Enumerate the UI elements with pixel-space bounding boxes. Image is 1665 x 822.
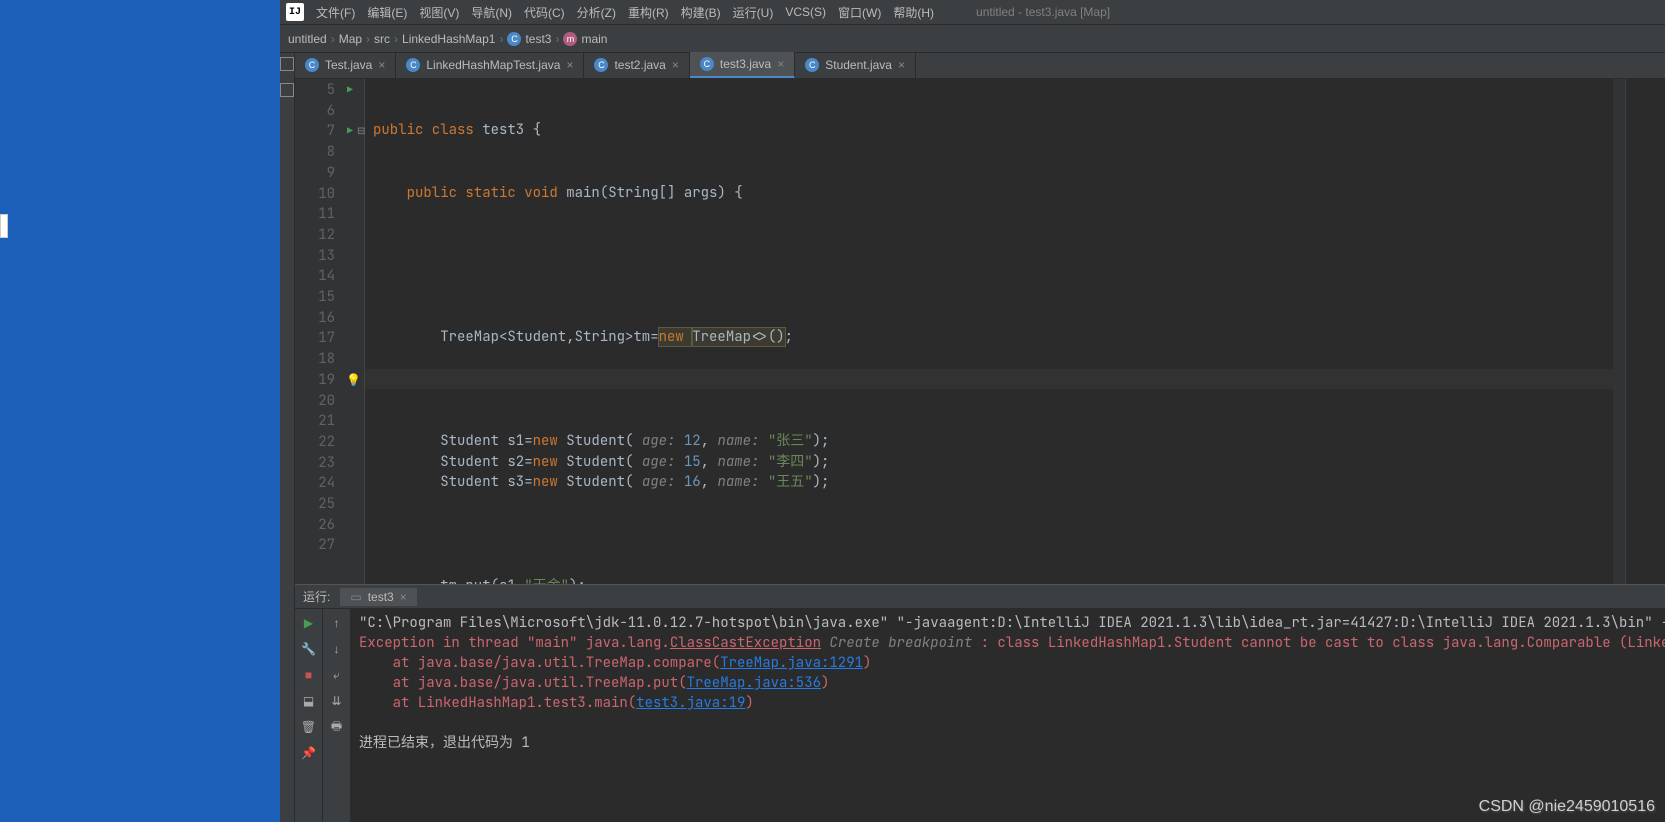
crumb-method[interactable]: mmain	[563, 32, 607, 46]
menu-vcs[interactable]: VCS(S)	[785, 5, 826, 19]
run-label: 运行:	[303, 588, 330, 605]
scroll-icon[interactable]: ⇊	[329, 693, 345, 709]
left-tool-strip	[280, 53, 295, 822]
print-icon[interactable]: 🖶	[329, 719, 345, 735]
method-icon: m	[563, 32, 577, 46]
stop-icon[interactable]: ■	[301, 667, 317, 683]
menu-edit[interactable]: 编辑(E)	[367, 4, 407, 21]
crumb-project[interactable]: untitled	[288, 32, 327, 46]
close-icon[interactable]: ×	[672, 58, 679, 72]
class-icon: C	[805, 58, 819, 72]
ide-window: IJ 文件(F) 编辑(E) 视图(V) 导航(N) 代码(C) 分析(Z) 重…	[280, 0, 1665, 822]
tab-student[interactable]: CStudent.java×	[795, 52, 916, 78]
menu-help[interactable]: 帮助(H)	[893, 4, 934, 21]
menu-refactor[interactable]: 重构(R)	[628, 4, 669, 21]
layout-icon[interactable]: ⬓	[301, 693, 317, 709]
crumb-module[interactable]: Map	[339, 32, 362, 46]
crumb-class[interactable]: Ctest3	[507, 32, 551, 46]
menu-file[interactable]: 文件(F)	[316, 4, 355, 21]
run-tool-window: 运行: ▭test3× ▶ 🔧 ■ ⬓ 🗑 📌 ↑ ↓	[295, 584, 1665, 822]
wrap-icon[interactable]: ⤶	[329, 667, 345, 683]
class-icon: C	[700, 57, 714, 71]
class-icon: C	[594, 58, 608, 72]
tab-test3[interactable]: Ctest3.java×	[690, 52, 795, 78]
down-icon[interactable]: ↓	[329, 641, 345, 657]
code-editor[interactable]: 5678910111213141516171819202122232425262…	[295, 79, 1665, 584]
menu-bar: IJ 文件(F) 编辑(E) 视图(V) 导航(N) 代码(C) 分析(Z) 重…	[280, 0, 1665, 25]
line-gutter: 5678910111213141516171819202122232425262…	[295, 79, 343, 584]
rerun-icon[interactable]: ▶	[301, 615, 317, 631]
watermark: CSDN @nie2459010516	[1479, 798, 1655, 816]
window-title: untitled - test3.java [Map]	[976, 5, 1110, 19]
menu-analyze[interactable]: 分析(Z)	[577, 4, 616, 21]
run-gutter-icon[interactable]: ▶	[347, 121, 353, 142]
up-icon[interactable]: ↑	[329, 615, 345, 631]
close-icon[interactable]: ×	[777, 57, 784, 71]
console-output[interactable]: "C:\Program Files\Microsoft\jdk-11.0.12.…	[351, 609, 1665, 822]
crumb-package[interactable]: LinkedHashMap1	[402, 32, 495, 46]
menu-view[interactable]: 视图(V)	[419, 4, 459, 21]
class-icon: C	[507, 32, 521, 46]
run-toolbar-left2: ↑ ↓ ⤶ ⇊ 🖶	[323, 609, 351, 822]
project-tool-icon[interactable]	[280, 83, 294, 97]
close-icon[interactable]: ×	[378, 58, 385, 72]
minimap[interactable]	[1625, 79, 1665, 584]
close-icon[interactable]: ×	[898, 58, 905, 72]
run-config-tab[interactable]: ▭test3×	[340, 588, 416, 606]
menu-build[interactable]: 构建(B)	[681, 4, 721, 21]
class-icon: C	[305, 58, 319, 72]
structure-tool-icon[interactable]	[280, 57, 294, 71]
editor-tabs: CTest.java× CLinkedHashMapTest.java× Cte…	[295, 53, 1665, 79]
bulb-icon[interactable]: 💡	[346, 370, 361, 391]
pin-icon[interactable]: 📌	[301, 745, 317, 761]
breadcrumb: untitled› Map› src› LinkedHashMap1› Ctes…	[280, 25, 1665, 53]
class-icon: C	[406, 58, 420, 72]
intellij-logo-icon: IJ	[286, 3, 304, 21]
menu-code[interactable]: 代码(C)	[524, 4, 565, 21]
run-toolbar-left: ▶ 🔧 ■ ⬓ 🗑 📌	[295, 609, 323, 822]
tab-test[interactable]: CTest.java×	[295, 52, 396, 78]
error-stripe[interactable]	[1613, 79, 1625, 584]
close-icon[interactable]: ×	[566, 58, 573, 72]
wrench-icon[interactable]: 🔧	[301, 641, 317, 657]
gutter-icons: ▶ ▶ ⊟ 💡	[343, 79, 365, 584]
crumb-src[interactable]: src	[374, 32, 390, 46]
menu-window[interactable]: 窗口(W)	[838, 4, 881, 21]
close-icon[interactable]: ×	[400, 590, 407, 604]
menu-navigate[interactable]: 导航(N)	[471, 4, 512, 21]
run-gutter-icon[interactable]: ▶	[347, 80, 353, 101]
code-text[interactable]: public class test3 { public static void …	[365, 79, 1613, 584]
tab-test2[interactable]: Ctest2.java×	[584, 52, 689, 78]
tab-lhm-test[interactable]: CLinkedHashMapTest.java×	[396, 52, 584, 78]
menu-run[interactable]: 运行(U)	[733, 4, 774, 21]
trash-icon[interactable]: 🗑	[301, 719, 317, 735]
